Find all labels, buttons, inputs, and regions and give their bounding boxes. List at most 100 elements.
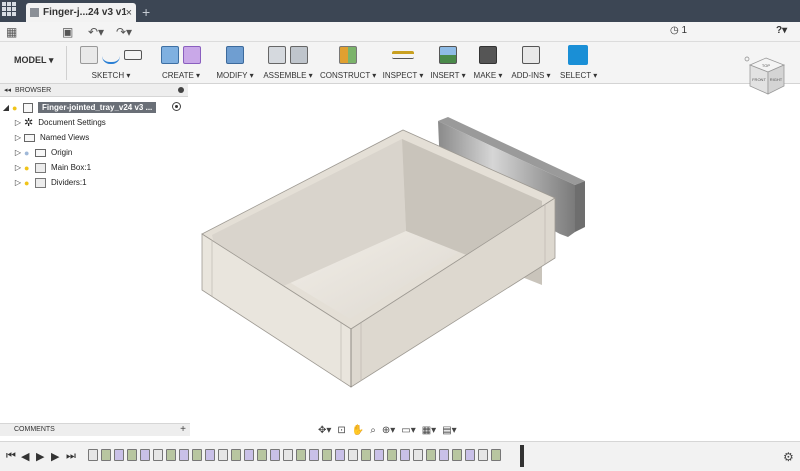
expand-triangle-icon[interactable]: ▷ [12,148,24,157]
help-icon[interactable]: ?▾ [776,25,787,36]
modify-menu-label[interactable]: MODIFY ▾ [214,71,256,80]
sketch-menu-label[interactable]: SKETCH ▾ [72,71,150,80]
fit-icon[interactable]: ⊕▾ [382,425,395,436]
comments-panel[interactable]: COMMENTS + [0,423,190,436]
close-tab-icon[interactable]: × [126,7,132,19]
visibility-bulb-icon[interactable]: ● [24,163,32,173]
model-canvas[interactable] [190,97,800,422]
file-menu-icon[interactable]: ▦ [6,25,17,39]
select-menu-label[interactable]: SELECT ▾ [560,71,597,80]
expand-triangle-icon[interactable]: ▷ [12,118,24,127]
workspace-switcher[interactable]: MODEL ▾ [14,55,53,66]
timeline-feature[interactable] [101,449,111,461]
timeline-feature[interactable] [387,449,397,461]
joint-icon[interactable] [290,46,308,64]
step-back-icon[interactable]: ◀ [21,450,29,463]
timeline-feature[interactable] [270,449,280,461]
timeline-feature[interactable] [335,449,345,461]
timeline-feature[interactable] [244,449,254,461]
form-icon[interactable] [183,46,201,64]
timeline-feature[interactable] [426,449,436,461]
timeline-feature[interactable] [491,449,501,461]
tree-item-named-views[interactable]: ▷ Named Views [12,130,202,145]
visibility-bulb-icon[interactable]: ● [24,178,32,188]
undo-icon[interactable]: ↶▾ [88,25,104,39]
look-at-icon[interactable]: ⊡ [337,425,345,436]
visibility-bulb-icon[interactable]: ● [12,103,20,113]
timeline-feature[interactable] [140,449,150,461]
timeline-feature[interactable] [192,449,202,461]
construct-menu-label[interactable]: CONSTRUCT ▾ [320,71,376,80]
job-status[interactable]: ◷ 1 [670,25,687,36]
go-to-end-icon[interactable]: ⏭ [66,450,76,463]
tree-item-origin[interactable]: ▷ ● Origin [12,145,202,160]
expand-triangle-icon[interactable]: ◢ [0,103,12,112]
select-arrow-icon[interactable] [568,45,588,65]
timeline-settings-gear-icon[interactable]: ⚙ [783,450,794,464]
view-cube[interactable]: TOP FRONT RIGHT [742,52,792,102]
tree-item-dividers[interactable]: ▷ ● Dividers:1 [12,175,202,190]
timeline-feature[interactable] [205,449,215,461]
timeline-feature[interactable] [309,449,319,461]
make-group[interactable]: MAKE ▾ [472,44,504,84]
timeline-feature[interactable] [231,449,241,461]
visibility-bulb-icon[interactable]: ● [24,148,32,158]
press-pull-icon[interactable] [226,46,244,64]
expand-triangle-icon[interactable]: ▷ [12,133,24,142]
modify-group[interactable]: MODIFY ▾ [214,44,256,84]
create-menu-label[interactable]: CREATE ▾ [156,71,206,80]
inspect-group[interactable]: INSPECT ▾ [382,44,424,84]
measure-icon[interactable] [392,51,414,59]
addins-group[interactable]: ADD-INS ▾ [510,44,552,84]
play-icon[interactable]: ▶ [36,450,44,463]
browser-minimize-icon[interactable] [178,87,184,93]
pan-icon[interactable]: ✋ [352,425,364,436]
construct-group[interactable]: CONSTRUCT ▾ [320,44,376,84]
assemble-menu-label[interactable]: ASSEMBLE ▾ [262,71,314,80]
select-group[interactable]: SELECT ▾ [560,44,597,84]
insert-menu-label[interactable]: INSERT ▾ [428,71,468,80]
scripts-icon[interactable] [522,46,540,64]
redo-icon[interactable]: ↷▾ [116,25,132,39]
addins-menu-label[interactable]: ADD-INS ▾ [510,71,552,80]
timeline-feature[interactable] [114,449,124,461]
expand-triangle-icon[interactable]: ▷ [12,163,24,172]
tree-item-document-settings[interactable]: ▷ ✲ Document Settings [12,115,202,130]
create-group[interactable]: CREATE ▾ [156,44,206,84]
timeline-feature[interactable] [257,449,267,461]
timeline-feature[interactable] [166,449,176,461]
timeline-feature[interactable] [361,449,371,461]
inspect-menu-label[interactable]: INSPECT ▾ [382,71,424,80]
spline-icon[interactable] [102,46,120,64]
timeline-feature[interactable] [452,449,462,461]
timeline-feature[interactable] [413,449,423,461]
timeline-feature[interactable] [179,449,189,461]
home-view-icon[interactable] [744,56,750,62]
timeline-feature[interactable] [283,449,293,461]
sketch-group[interactable]: SKETCH ▾ [72,44,150,84]
add-comment-button[interactable]: + [180,424,186,435]
create-sketch-icon[interactable] [80,46,98,64]
timeline-feature[interactable] [153,449,163,461]
timeline-feature[interactable] [374,449,384,461]
timeline-feature[interactable] [127,449,137,461]
browser-header[interactable]: ◂◂ BROWSER [0,84,188,97]
extrude-icon[interactable] [161,46,179,64]
save-icon[interactable]: ▣ [62,25,73,39]
tree-item-main-box[interactable]: ▷ ● Main Box:1 [12,160,202,175]
timeline-feature[interactable] [218,449,228,461]
timeline-feature[interactable] [348,449,358,461]
orbit-icon[interactable]: ✥▾ [318,425,331,436]
viewports-icon[interactable]: ▤▾ [442,425,456,436]
timeline-feature[interactable] [439,449,449,461]
3d-print-icon[interactable] [479,46,497,64]
expand-triangle-icon[interactable]: ▷ [12,178,24,187]
timeline-feature[interactable] [478,449,488,461]
timeline-marker[interactable] [520,445,524,467]
document-tab[interactable]: Finger-j...24 v3 v1 × [26,3,136,22]
offset-plane-icon[interactable] [339,46,357,64]
insert-image-icon[interactable] [439,46,457,64]
new-component-icon[interactable] [268,46,286,64]
timeline-feature[interactable] [465,449,475,461]
timeline-feature[interactable] [322,449,332,461]
